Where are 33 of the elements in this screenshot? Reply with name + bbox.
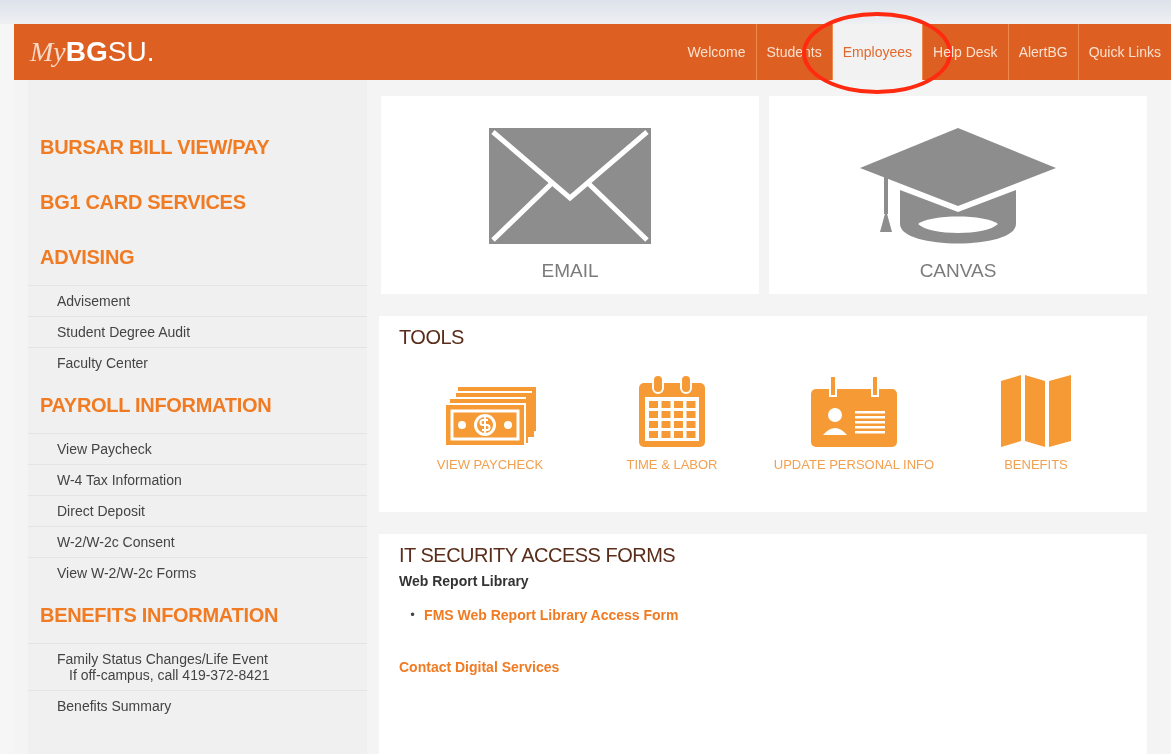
sidebar-item[interactable]: Advisement: [28, 285, 367, 316]
tool-link[interactable]: VIEW PAYCHECK: [436, 457, 544, 472]
sidebar-item[interactable]: Family Status Changes/Life Event If off-campus, call 419-372-8421: [28, 643, 367, 690]
form-link[interactable]: FMS Web Report Library Access Form: [424, 607, 679, 623]
sidebar-item[interactable]: W-4 Tax Information: [28, 464, 367, 495]
app-tile[interactable]: CANVAS: [769, 96, 1147, 294]
card-title: TOOLS: [399, 326, 465, 349]
sidebar-item[interactable]: Student Degree Audit: [28, 316, 367, 347]
section-heading[interactable]: BENEFITS INFORMATION: [28, 588, 367, 643]
section-heading[interactable]: BG1 CARD SERVICES: [28, 175, 367, 230]
sidebar-item[interactable]: Faculty Center: [28, 347, 367, 378]
nav-tab[interactable]: Quick Links: [1077, 24, 1171, 80]
card-title: IT SECURITY ACCESS FORMS: [399, 544, 677, 567]
logo[interactable]: MyBGSU.: [14, 36, 155, 68]
sidebar-item[interactable]: W-2/W-2c Consent: [28, 526, 367, 557]
contact-link[interactable]: Contact Digital Services: [399, 659, 560, 675]
app-tile[interactable]: EMAIL: [381, 96, 759, 294]
bullet: •: [409, 608, 417, 622]
tool-link[interactable]: UPDATE PERSONAL INFO: [773, 457, 935, 472]
nav-tab[interactable]: Welcome: [677, 24, 756, 80]
sidebar-item[interactable]: Benefits Summary: [28, 690, 367, 721]
sidebar-item[interactable]: Direct Deposit: [28, 495, 367, 526]
nav-tab[interactable]: Help Desk: [922, 24, 1008, 80]
section-heading[interactable]: PAYROLL INFORMATION: [28, 378, 367, 433]
subheading: Web Report Library: [399, 573, 530, 589]
section-heading[interactable]: BURSAR BILL VIEW/PAY: [28, 120, 367, 175]
sidebar-item[interactable]: View W-2/W-2c Forms: [28, 557, 367, 588]
tool-link[interactable]: TIME & LABOR: [626, 457, 718, 472]
section-heading[interactable]: ADVISING: [28, 230, 367, 285]
nav-tab[interactable]: AlertBG: [1007, 24, 1078, 80]
sidebar-item[interactable]: View Paycheck: [28, 433, 367, 464]
nav-tab[interactable]: Employees: [831, 24, 923, 80]
tool-link[interactable]: BENEFITS: [1004, 457, 1068, 472]
